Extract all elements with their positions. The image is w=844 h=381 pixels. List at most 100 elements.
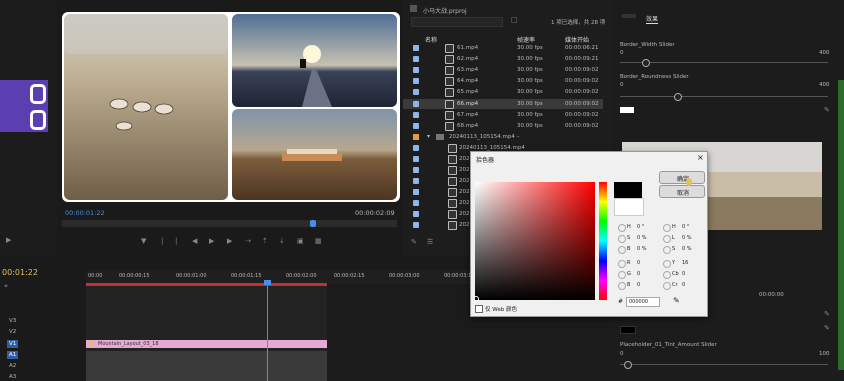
cancel-button[interactable]: 取消 (659, 185, 705, 198)
tab-effects[interactable]: 效果 (646, 14, 659, 24)
radio-blue[interactable] (618, 282, 626, 290)
border-width-slider[interactable] (620, 59, 828, 67)
field-cb-input[interactable]: 0 (682, 271, 685, 277)
radio-g[interactable] (618, 271, 626, 279)
radio-r[interactable] (618, 260, 626, 268)
track-v2[interactable]: V2 (9, 329, 16, 335)
radio-hsl-s[interactable] (663, 246, 671, 254)
field-s-input[interactable]: 0 % (637, 235, 647, 241)
field-hsl-s-input[interactable]: 0 % (682, 246, 692, 252)
field-hsl-h-label: H (672, 224, 676, 230)
step-back-icon[interactable]: ◀ (192, 237, 197, 245)
field-cr-input[interactable]: 0 (682, 282, 685, 288)
pencil-icon[interactable]: ✎ (411, 238, 417, 246)
field-hsl-l-label: L (672, 235, 675, 241)
tab-inactive[interactable] (622, 14, 636, 18)
timeline-playhead[interactable] (267, 280, 268, 381)
radio-y[interactable] (663, 260, 671, 268)
project-icon (410, 5, 417, 12)
field-h-label: H (627, 224, 631, 230)
slider-knob[interactable] (642, 59, 650, 67)
border-roundness-max: 400 (819, 82, 830, 88)
radio-cb[interactable] (663, 271, 671, 279)
web-colors-checkbox[interactable] (475, 305, 483, 313)
placeholder-tint-slider[interactable] (620, 361, 828, 369)
placeholder-tint-min: 0 (620, 351, 624, 357)
step-forward-icon[interactable]: ▶ (227, 237, 232, 245)
track-a2[interactable]: A2 (9, 363, 16, 369)
placeholder-tint-label: Placeholder_01_Tint_Amount Slider (620, 342, 717, 348)
field-hsl-h-input[interactable]: 0 ° (682, 224, 689, 230)
eyedropper-icon[interactable]: ✎ (824, 106, 830, 114)
lift-icon[interactable]: ⇡ (262, 237, 268, 245)
purple-thumbnail (0, 80, 48, 132)
field-cb-label: Cb (672, 271, 679, 277)
color-swatch-white[interactable] (620, 107, 634, 113)
snap-icon[interactable]: ⌖ (4, 282, 8, 291)
play-button[interactable]: ▶ (209, 237, 214, 245)
radio-hsl-l[interactable] (663, 235, 671, 243)
field-blue-label: B (627, 282, 631, 288)
playback-scrubber[interactable] (62, 220, 397, 227)
radio-b[interactable] (618, 246, 626, 254)
mark-out-bracket-icon[interactable]: | (175, 237, 177, 245)
color-field[interactable] (473, 182, 595, 302)
camera-icon[interactable]: ▣ (297, 237, 304, 245)
slider-knob[interactable] (624, 361, 632, 369)
track-v3[interactable]: V3 (9, 318, 16, 324)
border-roundness-slider[interactable] (620, 93, 828, 101)
search-input[interactable] (411, 17, 503, 27)
hex-input[interactable]: 000000 (626, 297, 660, 307)
field-g-input[interactable]: 0 (637, 271, 640, 277)
project-name: 小马大战.prproj (423, 8, 467, 15)
column-media-start[interactable]: 媒体开始 (565, 35, 589, 44)
playhead-marker[interactable] (310, 220, 316, 227)
eyedropper-icon[interactable]: ✎ (673, 296, 680, 305)
mark-in-icon[interactable]: ▼ (141, 237, 146, 245)
field-y-input[interactable]: 16 (682, 260, 688, 266)
radio-cr[interactable] (663, 282, 671, 290)
preview-image-sunset-road (232, 14, 397, 107)
preview-frame (62, 12, 400, 202)
close-icon[interactable]: × (697, 153, 704, 162)
column-fps[interactable]: 帧速率 (517, 35, 535, 44)
original-color-preview (614, 198, 644, 216)
field-blue-input[interactable]: 0 (637, 282, 640, 288)
color-picker-dialog: 拾色器 × 确定 取消 H 0 ° S 0 % B 0 % R 0 G 0 B … (470, 151, 708, 317)
clip-mountain-layout[interactable]: Mountain_Layout_03_18 (86, 340, 327, 348)
radio-hsl-h[interactable] (663, 224, 671, 232)
field-r-input[interactable]: 0 (637, 260, 640, 266)
eyedropper-icon[interactable]: ✎ (824, 324, 830, 332)
color-swatch-black[interactable] (620, 326, 636, 334)
preview-image-antelopes (64, 14, 228, 200)
timecode-current: 00:00:01:22 (65, 209, 105, 217)
extract-icon[interactable]: ⇣ (279, 237, 285, 245)
go-to-out-icon[interactable]: ⇢ (245, 237, 251, 245)
column-name[interactable]: 名称 (425, 35, 437, 44)
radio-s[interactable] (618, 235, 626, 243)
mark-in-bracket-icon[interactable]: | (161, 237, 163, 245)
ok-button[interactable]: 确定 (659, 171, 705, 184)
list-item-selected[interactable]: 66.mp4 30.00 fps 00:00:09:02 (403, 99, 603, 109)
list-view-icon[interactable]: ☰ (427, 238, 433, 246)
track-v1[interactable]: V1 (9, 341, 16, 347)
track-a1[interactable]: A1 (9, 352, 16, 358)
new-bin-icon[interactable]: □ (511, 16, 518, 24)
hue-slider[interactable] (599, 182, 607, 300)
timeline-current-time: 00:01:22 (2, 268, 38, 277)
effect-timecode: 00:00:00 (759, 292, 784, 298)
eyedropper-icon[interactable]: ✎ (824, 310, 830, 318)
field-b-label: B (627, 246, 631, 252)
playhead-handle[interactable] (264, 280, 271, 285)
field-g-label: G (627, 271, 631, 277)
field-hsl-l-input[interactable]: 0 % (682, 235, 692, 241)
radio-h[interactable] (618, 224, 626, 232)
field-b-input[interactable]: 0 % (637, 246, 647, 252)
track-a3[interactable]: A3 (9, 374, 16, 380)
play-icon[interactable]: ▶ (6, 236, 11, 244)
vr-icon[interactable]: ▦ (315, 237, 322, 245)
border-width-label: Border_Width Slider (620, 42, 675, 48)
field-h-input[interactable]: 0 ° (637, 224, 644, 230)
slider-knob[interactable] (674, 93, 682, 101)
color-field-cursor[interactable] (473, 296, 479, 302)
